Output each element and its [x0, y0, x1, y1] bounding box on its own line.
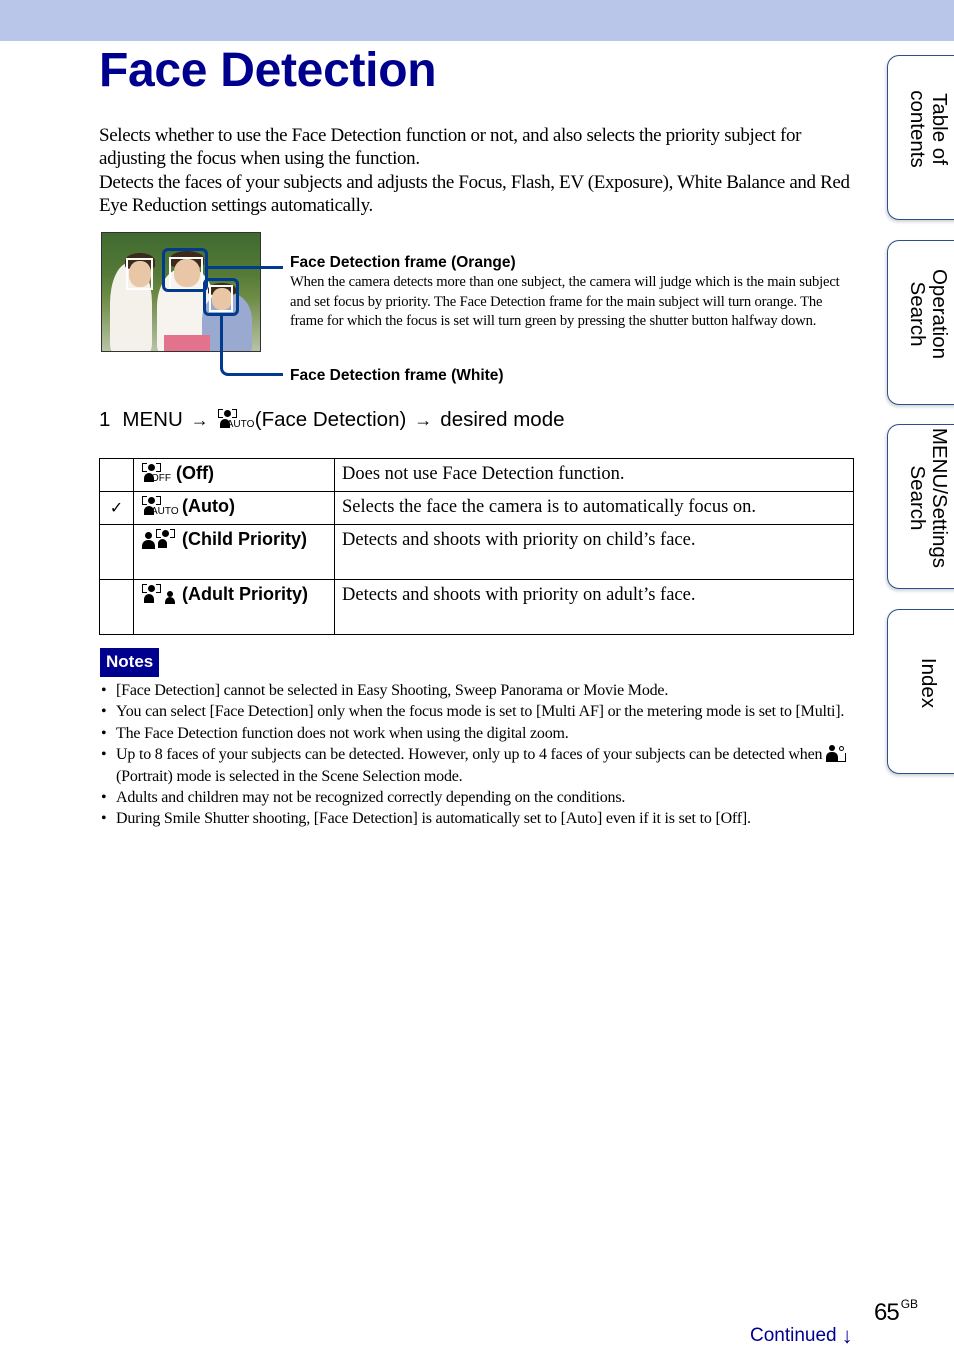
intro-text: Selects whether to use the Face Detectio…	[99, 124, 859, 217]
mode-name: OFF (Off)	[133, 458, 335, 492]
table-row: (Child Priority) Detects and shoots with…	[99, 524, 854, 580]
tab-label: Operation Search	[905, 268, 951, 376]
face-frame-icon	[155, 529, 177, 551]
notes-list: [Face Detection] cannot be selected in E…	[99, 680, 859, 830]
icon-tag: AUTO	[226, 419, 255, 430]
tab-label-line: Search	[905, 465, 929, 530]
note-item: [Face Detection] cannot be selected in E…	[99, 680, 859, 702]
callout-title-orange: Face Detection frame (Orange)	[290, 254, 516, 271]
callout-highlight-orange-frame	[162, 248, 208, 292]
mode-label: (Adult Priority)	[182, 584, 309, 604]
mode-description: Detects and shoots with priority on chil…	[334, 524, 854, 580]
person-icon	[163, 585, 177, 605]
mode-name: AUTO (Auto)	[133, 491, 335, 525]
page-number: 65 GB	[874, 1290, 918, 1327]
note-item: Up to 8 faces of your subjects can be de…	[99, 744, 859, 787]
mode-description: Does not use Face Detection function.	[334, 458, 854, 492]
arrow-right-icon: →	[190, 410, 209, 430]
callout-line	[232, 373, 283, 376]
callout-body-orange: When the camera detects more than one su…	[290, 274, 840, 329]
tab-label-line: Search	[905, 281, 929, 346]
mode-label: (Child Priority)	[182, 529, 308, 549]
menu-item-name: (Face Detection)	[254, 408, 407, 431]
callout-title-white: Face Detection frame (White)	[290, 367, 504, 384]
page-title: Face Detection	[99, 44, 437, 97]
check-icon: ✓	[99, 491, 134, 525]
note-item: The Face Detection function does not wor…	[99, 723, 859, 745]
page-number-value: 65	[874, 1299, 900, 1326]
tab-menu-settings-search[interactable]: MENU/Settings Search	[887, 424, 954, 589]
icon-tag: OFF	[151, 473, 171, 485]
tab-label: MENU/Settings Search	[905, 427, 951, 585]
header-bar	[0, 0, 954, 41]
mode-name: (Child Priority)	[133, 524, 335, 580]
step-target: desired mode	[440, 408, 565, 431]
arrow-right-icon: →	[414, 410, 433, 430]
tab-label: Index	[916, 657, 940, 725]
face-detection-off-icon: OFF	[141, 463, 171, 485]
note-item: You can select [Face Detection] only whe…	[99, 701, 859, 723]
adult-priority-icon	[141, 584, 163, 606]
tab-label-line: MENU/Settings	[927, 427, 951, 568]
notes-label: Notes	[100, 648, 160, 677]
selected-cell	[99, 524, 134, 580]
icon-tag: AUTO	[151, 506, 179, 518]
tab-label-line: contents	[905, 89, 929, 168]
callout-line	[220, 315, 223, 365]
mode-table: OFF (Off) Does not use Face Detection fu…	[99, 458, 854, 635]
tab-label-line: Index	[916, 657, 940, 708]
mode-name: (Adult Priority)	[133, 579, 335, 635]
step-instruction: 1 MENU → AUTO (Face Detection) → desired…	[99, 406, 565, 434]
mode-description: Selects the face the camera is to automa…	[334, 491, 854, 525]
continued-link[interactable]: Continued ↓	[750, 1324, 853, 1348]
selected-cell	[99, 579, 134, 635]
note-text: Up to 8 faces of your subjects can be de…	[116, 746, 823, 764]
callout-line	[207, 266, 283, 269]
tab-label-line: Table of	[927, 92, 951, 165]
tab-table-of-contents[interactable]: Table of contents	[887, 55, 954, 220]
note-item: During Smile Shutter shooting, [Face Det…	[99, 808, 859, 830]
continued-label: Continued	[750, 1325, 837, 1346]
callout-highlight-white-frame	[203, 278, 239, 316]
step-number: 1	[99, 408, 111, 431]
mode-label: (Auto)	[182, 496, 235, 516]
table-row: ✓ AUTO (Auto) Selects the face the camer…	[99, 491, 854, 525]
intro-paragraph: Selects whether to use the Face Detectio…	[99, 125, 802, 170]
tab-label-line: Operation	[927, 268, 951, 359]
note-text: (Portrait) mode is selected in the Scene…	[116, 767, 463, 785]
skirt	[164, 335, 210, 351]
mode-description: Detects and shoots with priority on adul…	[334, 579, 854, 635]
tab-operation-search[interactable]: Operation Search	[887, 240, 954, 405]
intro-paragraph: Detects the faces of your subjects and a…	[99, 171, 850, 216]
note-item: Adults and children may not be recognize…	[99, 787, 859, 809]
portrait-icon	[826, 744, 848, 763]
mode-label: (Off)	[176, 463, 214, 483]
face-detection-auto-icon: AUTO	[217, 409, 254, 431]
tab-index[interactable]: Index	[887, 609, 954, 774]
face-detection-auto-icon: AUTO	[141, 496, 179, 518]
arrow-down-icon: ↓	[841, 1323, 853, 1348]
page-number-suffix: GB	[900, 1297, 919, 1311]
face-frame-white	[126, 258, 153, 290]
table-row: OFF (Off) Does not use Face Detection fu…	[99, 458, 854, 492]
selected-cell	[99, 458, 134, 492]
tab-label: Table of contents	[905, 89, 951, 186]
table-row: (Adult Priority) Detects and shoots with…	[99, 579, 854, 635]
child-priority-icon	[141, 530, 155, 550]
menu-label: MENU	[122, 408, 183, 431]
